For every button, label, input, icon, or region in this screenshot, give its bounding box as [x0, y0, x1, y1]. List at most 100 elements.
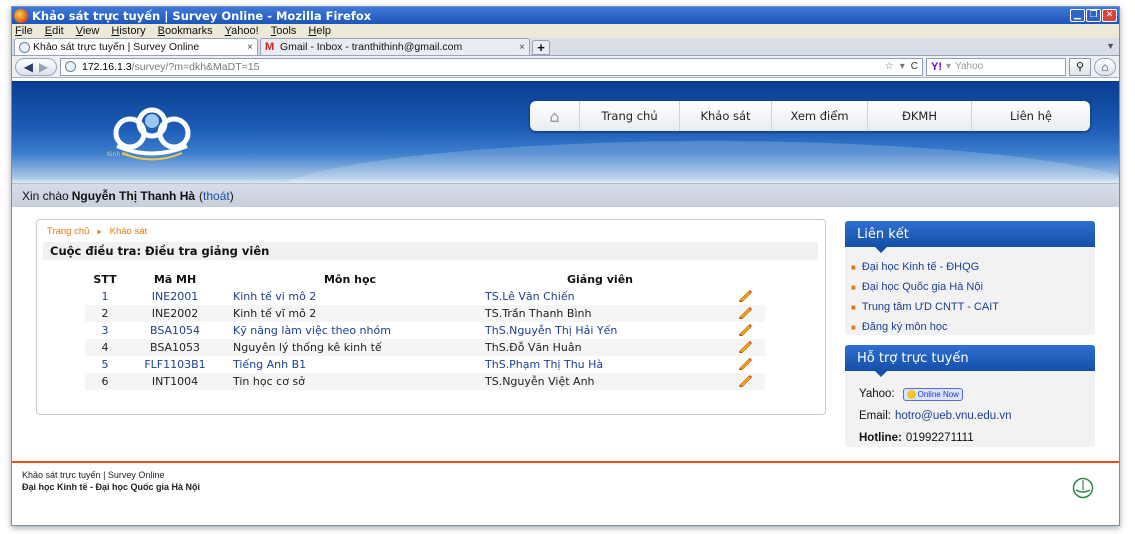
logout-link[interactable]: thoát [203, 189, 230, 203]
nav-xem-diem[interactable]: Xem điểm [772, 101, 868, 131]
search-dropdown-icon[interactable]: ▾ [946, 61, 951, 72]
cell-ma-mh: INE2001 [125, 288, 225, 305]
yahoo-online-button[interactable]: Online Now [902, 387, 963, 401]
reload-icon[interactable]: C [911, 61, 918, 72]
cell-mon-hoc[interactable]: Tiếng Anh B1 [225, 356, 475, 373]
nav-khao-sat[interactable]: Khảo sát [680, 101, 772, 131]
link-label[interactable]: Đại học Quốc gia Hà Nội [862, 281, 983, 293]
edit-pencil-icon[interactable] [737, 322, 753, 336]
back-arrow-icon[interactable]: ◀ [24, 60, 33, 74]
menu-help[interactable]: Help [308, 25, 331, 37]
email-label: Email: [859, 410, 891, 422]
header-giang-vien: Giảng viên [567, 272, 633, 286]
tab-label: Khảo sát trực tuyến | Survey Online [33, 41, 200, 53]
maximize-button[interactable]: ❐ [1086, 9, 1101, 22]
forward-arrow-icon[interactable]: ▶ [39, 60, 48, 74]
search-icon[interactable]: ⚲ [1069, 57, 1091, 76]
cell-giang-vien[interactable]: ThS.Phạm Thị Thu Hà [475, 356, 725, 373]
tab-survey[interactable]: Khảo sát trực tuyến | Survey Online × [14, 38, 258, 55]
firefox-icon [14, 8, 28, 23]
edit-pencil-icon[interactable] [737, 305, 753, 319]
back-forward-buttons[interactable]: ◀ ▶ [15, 57, 57, 76]
breadcrumb-home[interactable]: Trang chủ [47, 226, 89, 237]
edit-pencil-icon[interactable] [737, 356, 753, 370]
nav-dkmh[interactable]: ĐKMH [868, 101, 972, 131]
yahoo-logo-icon[interactable]: Y! [931, 61, 942, 73]
tab-list-icon[interactable]: ▼ [1106, 41, 1115, 51]
support-panel: Hỗ trợ trực tuyến Yahoo: Online Now Emai… [845, 345, 1095, 447]
email-row: Email: hotro@ueb.vnu.edu.vn [859, 405, 1095, 427]
menu-file[interactable]: File [15, 25, 33, 37]
window-title: Khảo sát trực tuyến | Survey Online - Mo… [32, 8, 372, 23]
breadcrumb-current[interactable]: Khảo sát [110, 226, 148, 237]
menu-history[interactable]: History [111, 25, 145, 37]
history-dropdown-icon[interactable]: ▾ [900, 61, 905, 72]
bookmark-star-icon[interactable]: ☆ [885, 61, 894, 72]
nav-home-icon[interactable]: ⌂ [530, 101, 580, 131]
support-title: Hỗ trợ trực tuyến [845, 345, 1095, 377]
nav-trang-chu[interactable]: Trang chủ [580, 101, 680, 131]
link-label[interactable]: Đăng ký môn học [862, 321, 948, 333]
cell-ma-mh: BSA1053 [125, 339, 225, 356]
cell-stt: 6 [85, 373, 125, 390]
address-bar[interactable]: 172.16.1.3 /survey/?m=dkh&MaDT=15 ☆ ▾ C [60, 57, 923, 76]
menu-tools[interactable]: Tools [271, 25, 297, 37]
menu-edit[interactable]: Edit [45, 25, 64, 37]
edit-pencil-icon[interactable] [737, 339, 753, 353]
link-dhqg-ha-noi[interactable]: ■ Đại học Quốc gia Hà Nội [851, 277, 1095, 297]
tab-gmail[interactable]: M Gmail - Inbox - tranthithinh@gmail.com… [260, 38, 530, 55]
edit-cell [725, 288, 765, 305]
url-path: /survey/?m=dkh&MaDT=15 [131, 60, 260, 73]
cell-ma-mh: FLF1103B1 [125, 356, 225, 373]
cell-giang-vien: TS.Nguyễn Việt Anh [475, 373, 725, 390]
edit-pencil-icon[interactable] [737, 288, 753, 302]
menu-yahoo[interactable]: Yahoo! [225, 25, 259, 37]
email-link[interactable]: hotro@ueb.vnu.edu.vn [895, 410, 1012, 422]
link-trung-tam-cait[interactable]: ■ Trung tâm ƯD CNTT - CAIT [851, 297, 1095, 317]
survey-title: Cuộc điều tra: Điều tra giảng viên [43, 242, 818, 260]
cell-ma-mh: INT1004 [125, 373, 225, 390]
breadcrumb-separator-icon: ► [96, 229, 103, 236]
gmail-icon: M [265, 41, 275, 53]
bullet-icon: ■ [851, 322, 856, 332]
logo-caption: Kinh tế [107, 151, 129, 158]
links-panel: Liên kết ■ Đại học Kinh tế - ĐHQG ■ Đại họ… [845, 221, 1095, 335]
nav-lien-he[interactable]: Liên hệ [972, 101, 1090, 131]
header-edit [725, 270, 765, 288]
edit-pencil-icon[interactable] [737, 373, 753, 387]
main-navigation: ⌂ Trang chủ Khảo sát Xem điểm ĐKMH Liên … [530, 101, 1090, 131]
menu-view[interactable]: View [76, 25, 100, 37]
link-label[interactable]: Đại học Kinh tế - ĐHQG [862, 261, 979, 273]
welcome-bar: Xin chào Nguyễn Thị Thanh Hà ( thoát ) [12, 183, 1119, 207]
table-row: 3 BSA1054 Kỹ năng làm việc theo nhóm ThS.Ng… [85, 322, 765, 339]
cell-mon-hoc[interactable]: Kinh tế vi mô 2 [225, 288, 475, 305]
cell-stt: 2 [85, 305, 125, 322]
site-banner: Kinh tế ⌂ Trang chủ Khảo sát Xem điểm ĐK… [12, 81, 1119, 183]
table-row: 6 INT1004 Tin học cơ sở TS.Nguyễn Việt Anh [85, 373, 765, 390]
link-dh-kinh-te[interactable]: ■ Đại học Kinh tế - ĐHQG [851, 257, 1095, 277]
home-icon[interactable]: ⌂ [1094, 57, 1116, 76]
tab-close-icon[interactable]: × [519, 42, 525, 53]
cell-stt: 4 [85, 339, 125, 356]
cell-giang-vien[interactable]: ThS.Nguyễn Thị Hải Yến [475, 322, 725, 339]
table-row: 1 INE2001 Kinh tế vi mô 2 TS.Lê Văn Chiến [85, 288, 765, 305]
cell-stt: 3 [85, 322, 125, 339]
cell-stt: 1 [85, 288, 125, 305]
close-window-button[interactable]: ✕ [1102, 9, 1117, 22]
search-box[interactable]: Y! ▾ Yahoo [926, 57, 1066, 76]
cell-giang-vien[interactable]: TS.Lê Văn Chiến [475, 288, 725, 305]
page-content: Kinh tế ⌂ Trang chủ Khảo sát Xem điểm ĐK… [12, 81, 1119, 525]
footer-site-name: Khảo sát trực tuyến | Survey Online [22, 470, 165, 480]
new-tab-button[interactable]: + [532, 40, 550, 55]
link-label[interactable]: Trung tâm ƯD CNTT - CAIT [862, 301, 999, 313]
minimize-button[interactable]: ▁ [1070, 9, 1085, 22]
footer: Khảo sát trực tuyến | Survey Online Đại … [22, 469, 200, 493]
university-logo [113, 107, 191, 161]
cell-mon-hoc[interactable]: Kỹ năng làm việc theo nhóm [225, 322, 475, 339]
link-dang-ky-mon-hoc[interactable]: ■ Đăng ký môn học [851, 317, 1095, 337]
site-identity-icon[interactable] [65, 61, 76, 72]
tab-close-icon[interactable]: × [247, 42, 253, 53]
menu-bookmarks[interactable]: Bookmarks [158, 25, 213, 37]
hotline-number: 01992271111 [905, 432, 974, 444]
hotline-row: Hotline: 01992271111 [859, 427, 1095, 449]
